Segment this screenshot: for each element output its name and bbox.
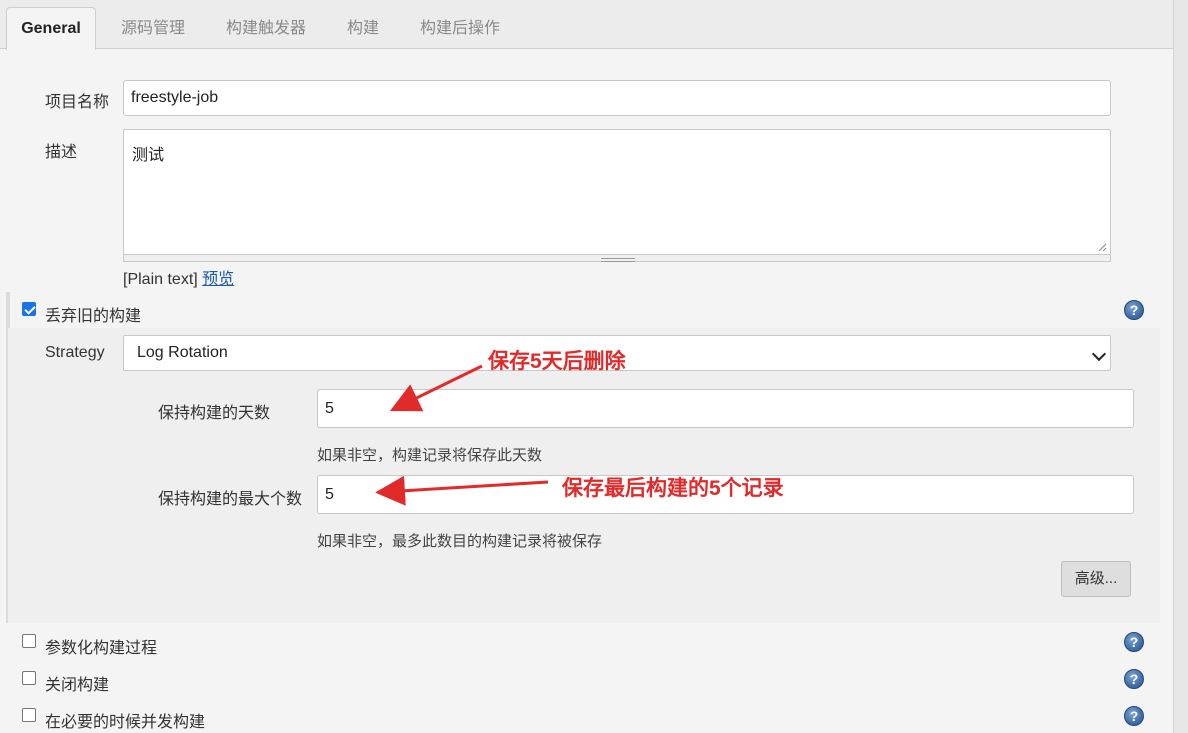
config-panel: General 源码管理 构建触发器 构建 构建后操作 项目名称 freesty… bbox=[0, 0, 1173, 733]
max-annotation-arrow bbox=[375, 475, 549, 506]
days-annotation-arrow bbox=[389, 364, 483, 412]
max-annotation: 保存最后构建的5个记录 bbox=[562, 477, 784, 500]
days-annotation: 保存5天后删除 bbox=[488, 350, 626, 373]
vertical-scrollbar[interactable] bbox=[1173, 0, 1188, 733]
